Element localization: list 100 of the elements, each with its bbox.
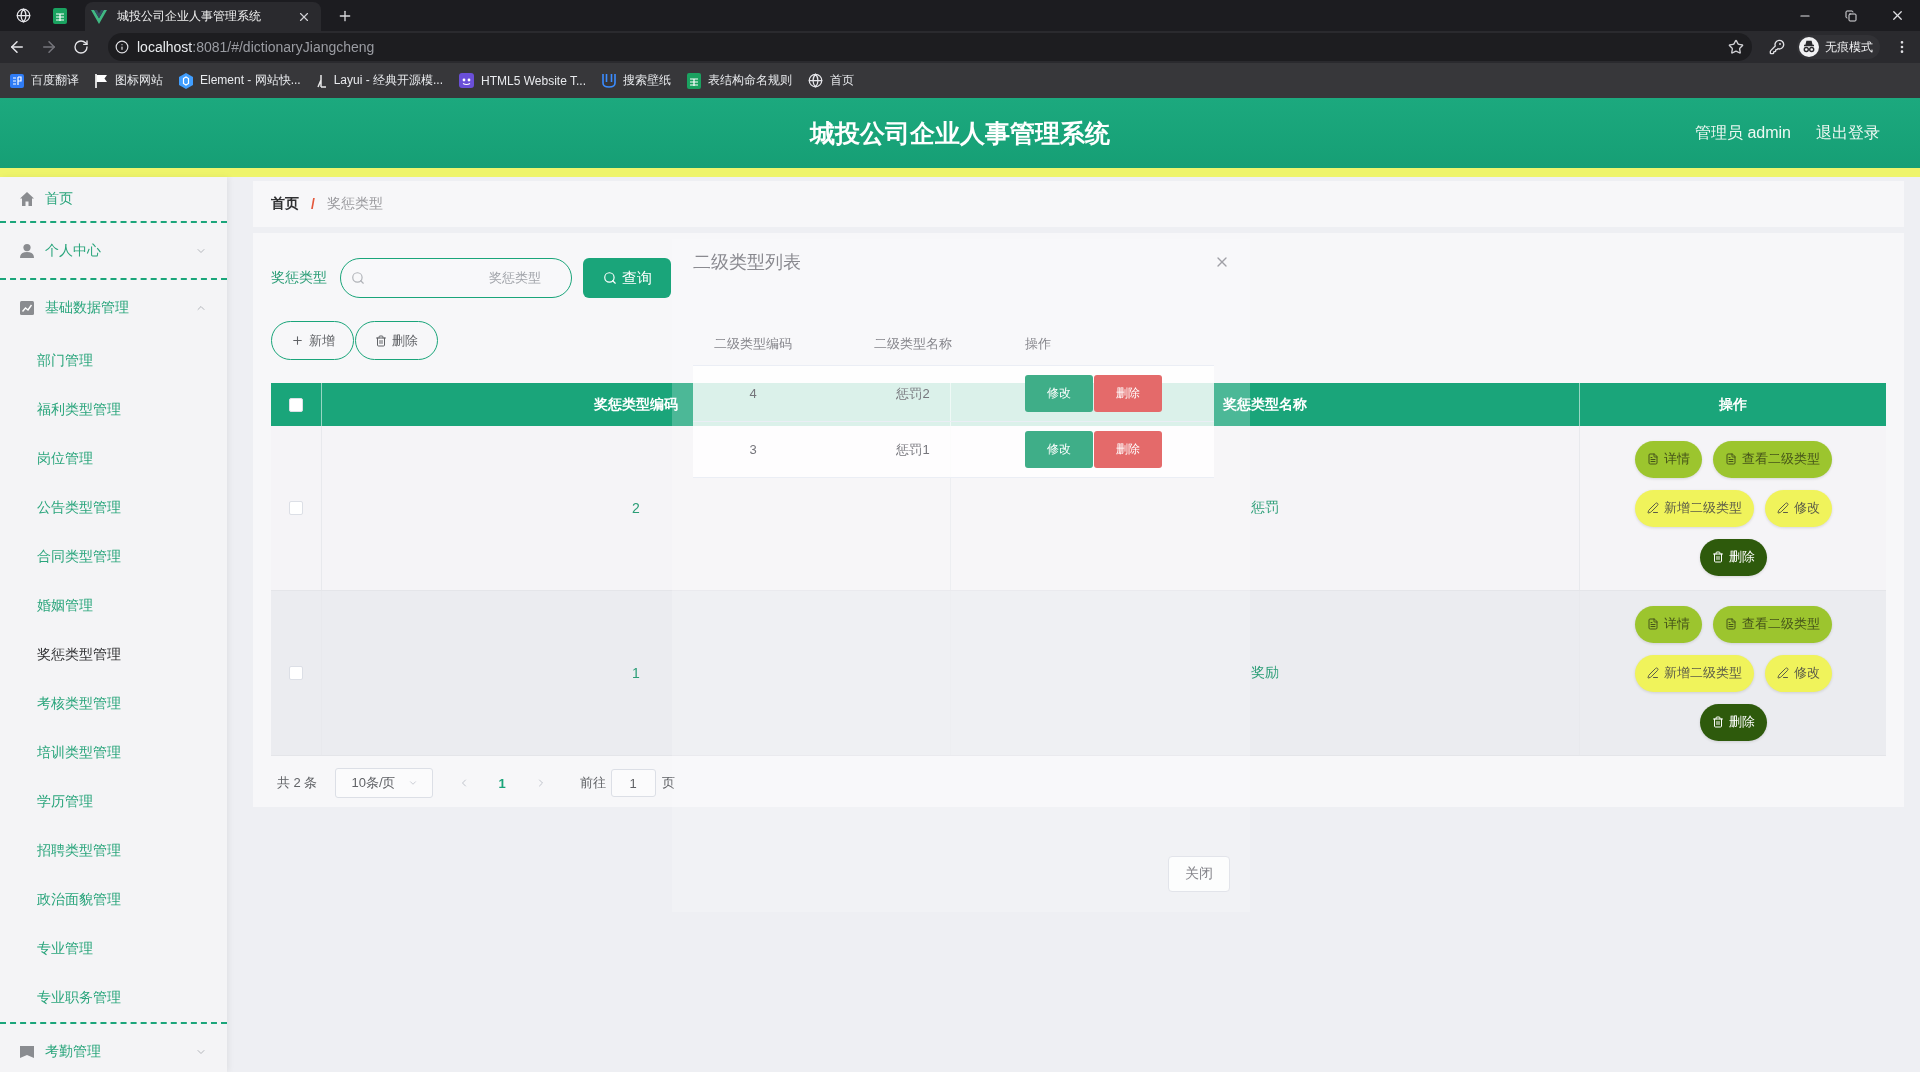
edit-button[interactable]: 修改 [1025, 375, 1093, 412]
app-logo-icon [459, 73, 475, 88]
search-icon [602, 271, 617, 285]
trash-icon [1711, 551, 1724, 563]
search-field[interactable]: 奖惩类型 [340, 258, 572, 298]
back-icon[interactable] [8, 38, 26, 56]
info-icon[interactable] [115, 40, 129, 54]
caret-icon [407, 778, 418, 788]
search-label: 奖惩类型 [271, 269, 327, 287]
sidebar-item[interactable]: 基础数据管理 [0, 280, 227, 336]
reload-icon[interactable] [73, 39, 89, 55]
key-icon[interactable] [1769, 39, 1785, 55]
bookmark-link[interactable]: HTML5 Website T... [451, 67, 594, 94]
table-cell-text: 惩罚2 [895, 384, 931, 403]
u-shape-icon [602, 73, 616, 88]
submenu-item[interactable]: 专业职务管理 [0, 973, 227, 1022]
row-checkbox[interactable] [289, 666, 303, 680]
view-subtypes-button[interactable]: 查看二级类型 [1712, 605, 1832, 643]
detail-button[interactable]: 详情 [1634, 440, 1702, 478]
submenu-item[interactable]: 考核类型管理 [0, 679, 227, 728]
bookmark-link[interactable]: Layui - 经典开源模... [308, 67, 452, 94]
breadcrumb-current: 奖惩类型 [326, 195, 383, 213]
document-icon [1724, 618, 1737, 630]
edit-button[interactable]: 修改 [1764, 654, 1832, 692]
delete-button[interactable]: 删除 [1094, 375, 1162, 412]
user-icon [20, 243, 34, 258]
square-logo-icon [10, 73, 24, 88]
bookmark-link[interactable]: 首页 [800, 67, 862, 94]
bookmark-link[interactable]: 图标网站 [87, 67, 171, 94]
breadcrumb-link[interactable]: 首页 [271, 195, 299, 213]
globe-icon [15, 8, 31, 23]
table-cell: 1 [322, 591, 951, 755]
detail-button[interactable]: 详情 [1634, 605, 1702, 643]
page-size-select[interactable]: 10条/页 [335, 768, 434, 798]
delete-button[interactable]: 删除 [1699, 703, 1767, 741]
star-icon[interactable] [1728, 39, 1744, 55]
trash-icon [1711, 716, 1724, 728]
spreadsheet-icon [687, 72, 701, 89]
browser-tab[interactable]: 城投公司企业人事管理系统 [85, 2, 321, 31]
delete-button[interactable]: 删除 [1094, 431, 1162, 468]
address-field[interactable]: localhost:8081/#/dictionaryJiangcheng [108, 33, 1752, 61]
page-input[interactable]: 1 [610, 769, 656, 797]
edit-button[interactable]: 修改 [1764, 489, 1832, 527]
v-logo-icon [91, 9, 107, 24]
sidebar-item[interactable]: 个人中心 [0, 223, 227, 278]
submenu-item[interactable]: 福利类型管理 [0, 385, 227, 434]
submenu-item[interactable]: 政治面貌管理 [0, 875, 227, 924]
column-header: 二级类型编码 [713, 334, 793, 353]
select-all-checkbox[interactable] [289, 397, 303, 412]
flag-icon [95, 73, 108, 88]
submenu-item[interactable]: 岗位管理 [0, 434, 227, 483]
sidebar-item[interactable]: 考勤管理 [0, 1024, 227, 1072]
bookmark-link[interactable]: 表结构命名规则 [679, 67, 800, 94]
submenu-item[interactable]: 招聘类型管理 [0, 826, 227, 875]
page-number[interactable]: 1 [498, 775, 506, 791]
search-button[interactable]: 查询 [583, 258, 671, 298]
app-title: 城投公司企业人事管理系统 [810, 117, 1110, 149]
view-subtypes-button[interactable]: 查看二级类型 [1712, 440, 1832, 478]
chart-icon [20, 301, 34, 315]
bookmark-link[interactable]: Element - 网站快... [171, 67, 309, 94]
submenu-item[interactable]: 婚姻管理 [0, 581, 227, 630]
total-count: 共 2 条 [277, 774, 318, 792]
profile-button[interactable]: 无痕模式 [1797, 35, 1880, 59]
search-icon [351, 271, 365, 285]
table-cell-text: 惩罚1 [895, 440, 931, 459]
plus-icon [290, 334, 304, 347]
submenu-item[interactable]: 奖惩类型管理 [0, 630, 227, 679]
pencil-icon [1646, 667, 1659, 679]
add-subtype-button[interactable]: 新增二级类型 [1634, 489, 1754, 527]
table-cell-text: 4 [748, 385, 758, 403]
bookmark-link[interactable]: 搜索壁纸 [594, 67, 679, 94]
delete-button[interactable]: 删除 [1699, 538, 1767, 576]
pencil-icon [1646, 502, 1659, 514]
edit-button[interactable]: 修改 [1025, 431, 1093, 468]
table-cell-text: 3 [748, 441, 758, 459]
submenu-item[interactable]: 专业管理 [0, 924, 227, 973]
sidebar-item[interactable]: 首页 [0, 177, 227, 221]
row-checkbox[interactable] [289, 501, 303, 515]
column-header: 操作 [1718, 394, 1748, 414]
bookmark-link[interactable]: 百度翻译 [2, 67, 87, 94]
spreadsheet-icon [53, 7, 67, 24]
pencil-icon [1776, 502, 1789, 514]
pencil-icon [1776, 667, 1789, 679]
close-button[interactable]: 关闭 [1168, 856, 1230, 892]
bookmark-icon [20, 1044, 34, 1059]
submenu-item[interactable]: 学历管理 [0, 777, 227, 826]
logout-link[interactable]: 退出登录 [1816, 122, 1880, 144]
logo-icon [316, 73, 327, 88]
document-icon [1646, 618, 1659, 630]
restore-icon[interactable] [1845, 9, 1857, 22]
submenu-item[interactable]: 公告类型管理 [0, 483, 227, 532]
submenu-item[interactable]: 部门管理 [0, 336, 227, 385]
trash-icon [375, 334, 387, 347]
page-unit-label: 页 [661, 774, 675, 792]
incognito-icon [1799, 37, 1819, 57]
dialog-title: 二级类型列表 [693, 251, 801, 274]
submenu-item[interactable]: 培训类型管理 [0, 728, 227, 777]
submenu-item[interactable]: 合同类型管理 [0, 532, 227, 581]
document-icon [1646, 453, 1659, 465]
add-subtype-button[interactable]: 新增二级类型 [1634, 654, 1754, 692]
